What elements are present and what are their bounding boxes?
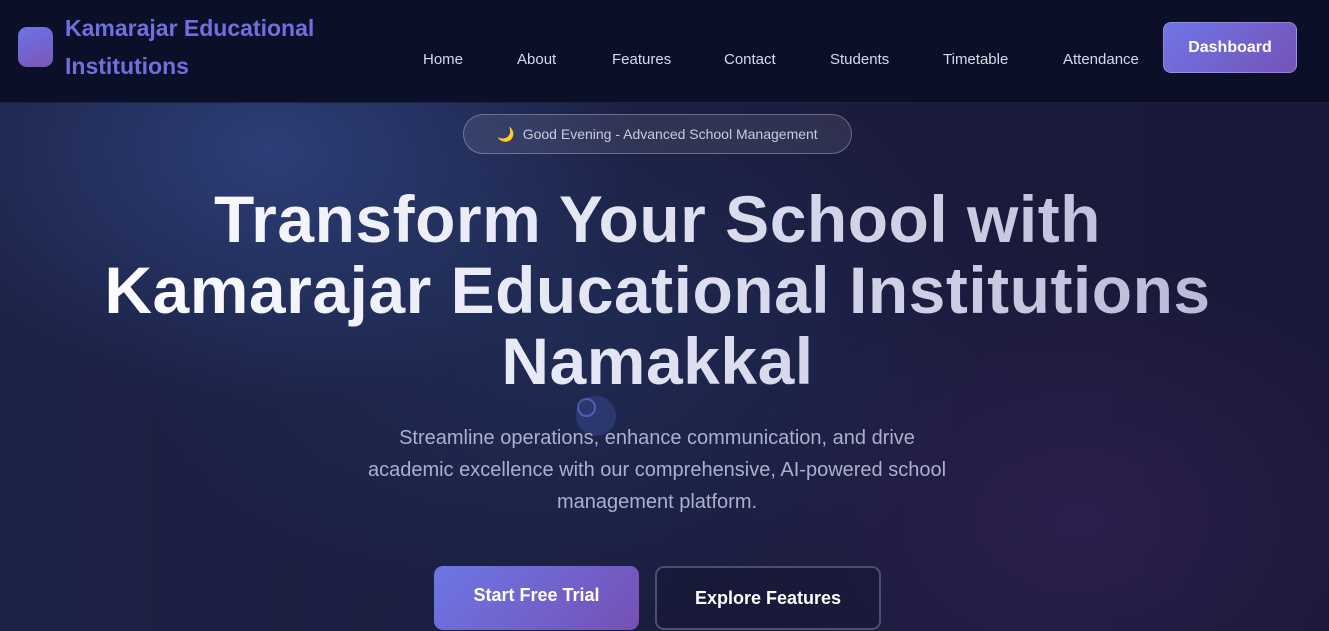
nav-students[interactable]: Students (830, 50, 889, 70)
moon-icon: 🌙 (497, 125, 515, 142)
greeting-badge-text: Good Evening - Advanced School Managemen… (522, 126, 818, 142)
explore-features-button[interactable]: Explore Features (655, 566, 881, 630)
start-free-trial-button[interactable]: Start Free Trial (434, 566, 639, 630)
dashboard-button[interactable]: Dashboard (1163, 22, 1297, 73)
nav-home[interactable]: Home (423, 50, 463, 70)
nav-timetable[interactable]: Timetable (943, 50, 1008, 70)
hero-subtitle: Streamline operations, enhance communica… (367, 427, 947, 513)
brand-name[interactable]: Kamarajar Educational Institutions (65, 9, 365, 85)
site-header: Kamarajar Educational Institutions Home … (0, 0, 1329, 103)
nav-contact[interactable]: Contact (724, 50, 776, 70)
nav-about[interactable]: About (517, 50, 556, 70)
landing-page: Kamarajar Educational Institutions Home … (0, 0, 1329, 631)
hero-headline: Transform Your School with Kamarajar Edu… (60, 184, 1255, 397)
nav-features[interactable]: Features (612, 50, 671, 70)
cursor-ring-icon (577, 398, 596, 417)
nav-attendance[interactable]: Attendance (1063, 50, 1139, 70)
logo-mark-icon[interactable] (18, 27, 53, 67)
greeting-badge: 🌙 Good Evening - Advanced School Managem… (463, 114, 852, 154)
